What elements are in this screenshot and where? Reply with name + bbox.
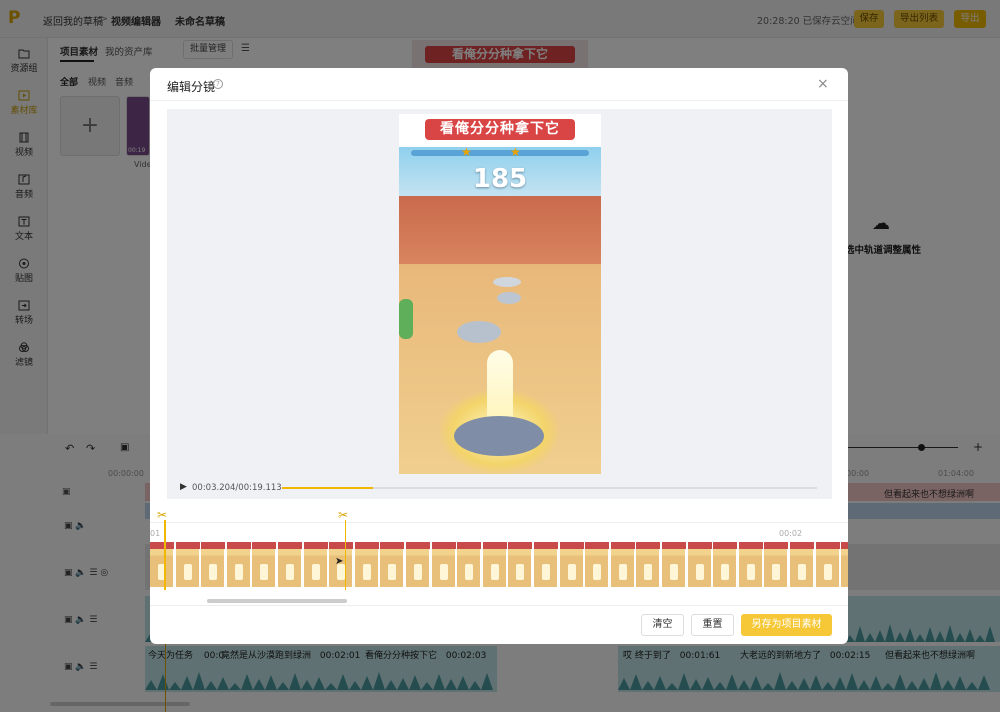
reset-button[interactable]: 重置 bbox=[691, 614, 734, 636]
film-frame bbox=[687, 542, 712, 587]
film-frame bbox=[713, 542, 738, 587]
film-frame bbox=[508, 542, 533, 587]
film-frame bbox=[457, 542, 482, 587]
trim-start-handle[interactable] bbox=[164, 520, 166, 590]
clear-button[interactable]: 清空 bbox=[641, 614, 684, 636]
film-frame bbox=[764, 542, 789, 587]
film-frame bbox=[482, 542, 507, 587]
video-frame[interactable]: 看俺分分种拿下它 ★ ★ 185 bbox=[399, 114, 601, 474]
film-frame bbox=[201, 542, 226, 587]
film-frame bbox=[252, 542, 277, 587]
trim-end-label: 00:02 bbox=[779, 529, 803, 538]
film-frame bbox=[406, 542, 430, 587]
film-frame bbox=[585, 542, 610, 587]
ruler-line bbox=[150, 522, 848, 523]
film-frame bbox=[278, 542, 302, 587]
film-frame bbox=[841, 542, 848, 587]
game-score: 185 bbox=[472, 164, 528, 194]
film-frame bbox=[610, 542, 635, 587]
modal-title: 编辑分镜 bbox=[167, 80, 216, 94]
film-frame bbox=[790, 542, 814, 587]
trim-end-scissors-icon[interactable]: ✂ bbox=[338, 508, 348, 522]
edit-storyboard-modal: 编辑分镜 ? × 看俺分分种拿下它 ★ ★ 185 ▶ 00:03.204/00… bbox=[150, 68, 848, 644]
film-strip[interactable] bbox=[150, 542, 848, 587]
film-frame bbox=[380, 542, 405, 587]
film-frame bbox=[815, 542, 840, 587]
film-frame bbox=[738, 542, 763, 587]
star-icon: ★ bbox=[510, 145, 521, 159]
game-base-platform bbox=[454, 416, 544, 456]
film-frame bbox=[354, 542, 379, 587]
film-frame bbox=[226, 542, 251, 587]
trim-start-label: 01 bbox=[150, 529, 161, 538]
cursor-icon: ➤ bbox=[335, 556, 344, 567]
film-frame bbox=[175, 542, 200, 587]
help-icon[interactable]: ? bbox=[213, 79, 223, 89]
film-frame bbox=[431, 542, 456, 587]
divider bbox=[150, 605, 848, 606]
video-caption: 看俺分分种拿下它 bbox=[425, 119, 575, 140]
game-cactus bbox=[399, 299, 413, 339]
video-preview: 看俺分分种拿下它 ★ ★ 185 ▶ 00:03.204/00:19.113 bbox=[167, 109, 832, 499]
close-icon[interactable]: × bbox=[817, 76, 829, 92]
film-frame bbox=[303, 542, 328, 587]
play-icon[interactable]: ▶ bbox=[180, 482, 187, 492]
divider bbox=[150, 100, 848, 101]
trim-end-handle[interactable] bbox=[345, 520, 346, 590]
film-frame bbox=[559, 542, 584, 587]
film-strip-scrollbar[interactable] bbox=[207, 599, 347, 603]
star-icon: ★ bbox=[461, 145, 472, 159]
film-frame bbox=[534, 542, 558, 587]
video-caption-band: 看俺分分种拿下它 bbox=[399, 114, 601, 147]
film-frame bbox=[636, 542, 661, 587]
film-frame bbox=[662, 542, 686, 587]
game-platform bbox=[497, 292, 521, 304]
game-platform bbox=[457, 321, 501, 343]
time-display: 00:03.204/00:19.113 bbox=[192, 483, 282, 493]
game-platform bbox=[493, 277, 521, 287]
game-mesas bbox=[399, 196, 601, 266]
film-frame bbox=[150, 542, 174, 587]
save-as-material-button[interactable]: 另存为项目素材 bbox=[741, 614, 832, 636]
preview-progress-fill bbox=[282, 487, 373, 489]
game-progress-bar bbox=[411, 150, 589, 156]
